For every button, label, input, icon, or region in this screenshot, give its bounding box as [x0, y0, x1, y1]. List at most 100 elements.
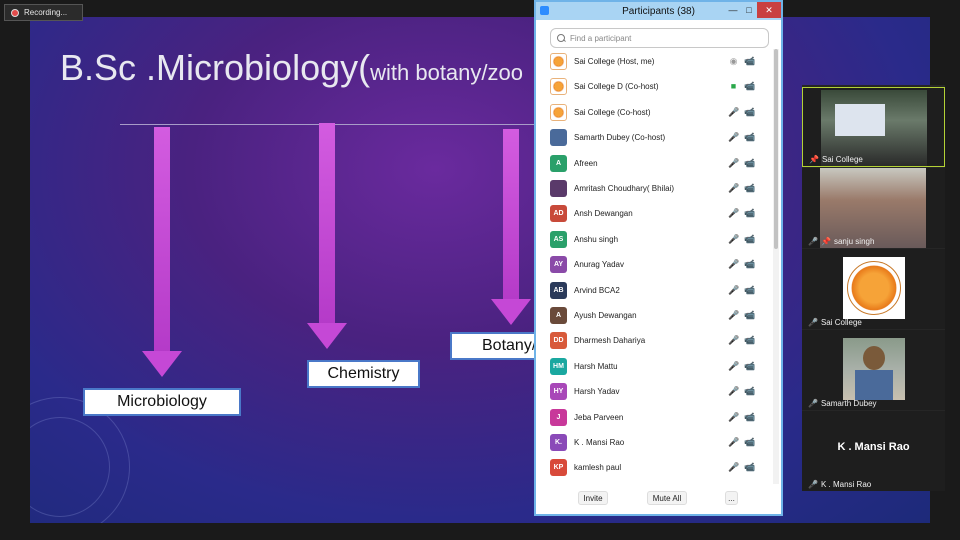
mic-off-icon: 🎤 — [808, 399, 818, 408]
participant-row[interactable]: HY Harsh Yadav 🎤 📹 — [536, 379, 773, 404]
down-arrow-icon — [491, 129, 531, 325]
video-icon[interactable]: 📹 — [744, 107, 755, 118]
avatar — [550, 103, 567, 121]
share-icon[interactable]: ◉ — [728, 56, 739, 67]
participants-window: Participants (38) — □ ✕ Find a participa… — [534, 0, 783, 516]
search-icon — [557, 33, 566, 43]
participant-row[interactable]: AY Anurag Yadav 🎤 📹 — [536, 252, 773, 277]
mic-off-icon[interactable]: 🎤 — [728, 158, 739, 169]
video-off-icon[interactable]: 📹 — [744, 234, 755, 245]
avatar: A — [550, 154, 567, 172]
participant-row[interactable]: AS Anshu singh 🎤 📹 — [536, 227, 773, 252]
minimize-button[interactable]: — — [725, 2, 741, 18]
avatar: AB — [550, 281, 567, 299]
avatar: HM — [550, 357, 567, 375]
participant-row[interactable]: K. K . Mansi Rao 🎤 📹 — [536, 430, 773, 455]
video-off-icon[interactable]: 📹 — [744, 361, 755, 372]
slide-title-main: B.Sc .Microbiology( — [60, 47, 371, 88]
video-off-icon[interactable]: 📹 — [744, 462, 755, 473]
video-gallery-strip: 📌 Sai College 🎤 📌 sanju singh 🎤 Sai Coll… — [802, 85, 945, 491]
avatar — [550, 78, 567, 96]
avatar: DD — [550, 332, 567, 350]
close-button[interactable]: ✕ — [757, 2, 781, 18]
mic-off-icon[interactable]: 🎤 — [728, 234, 739, 245]
video-off-icon[interactable]: 📹 — [744, 386, 755, 397]
record-dot-icon — [11, 8, 19, 17]
video-off-icon[interactable]: 📹 — [744, 335, 755, 346]
pin-icon: 📌 — [809, 155, 819, 164]
participant-row[interactable]: Sai College (Host, me) ◉ 📹 — [536, 49, 773, 74]
recording-label: Recording... — [24, 8, 68, 17]
mute-all-button[interactable]: Mute All — [647, 491, 687, 505]
mic-off-icon[interactable]: 🎤 — [728, 132, 739, 143]
participant-row[interactable]: KP kamlesh paul 🎤 📹 — [536, 455, 773, 480]
video-tile[interactable]: 📌 Sai College — [802, 87, 945, 167]
video-tile[interactable]: 🎤 Samarth Dubey — [802, 330, 945, 410]
video-off-icon[interactable]: 📹 — [744, 56, 755, 67]
participant-name: Anurag Yadav — [574, 260, 624, 270]
avatar: J — [550, 408, 567, 426]
participant-name: Ansh Dewangan — [574, 209, 633, 219]
video-off-icon[interactable]: 📹 — [744, 310, 755, 321]
participant-name: kamlesh paul — [574, 463, 622, 473]
video-off-icon[interactable]: 📹 — [744, 259, 755, 270]
mic-off-icon[interactable]: 🎤 — [728, 208, 739, 219]
mic-icon[interactable]: 🎤 — [728, 107, 739, 118]
video-off-icon[interactable]: 📹 — [744, 81, 755, 92]
video-label: 🎤 K . Mansi Rao — [808, 480, 871, 489]
video-off-icon[interactable]: 📹 — [744, 437, 755, 448]
participant-list: Sai College (Host, me) ◉ 📹 Sai College D (C… — [536, 49, 773, 484]
participant-scrollbar[interactable] — [773, 49, 779, 484]
mic-off-icon[interactable]: 🎤 — [728, 412, 739, 423]
participant-search[interactable]: Find a participant — [550, 28, 769, 48]
participant-row[interactable]: J Jeba Parveen 🎤 📹 — [536, 405, 773, 430]
participant-row[interactable]: DD Dharmesh Dahariya 🎤 📹 — [536, 328, 773, 353]
video-off-icon[interactable]: 📹 — [744, 412, 755, 423]
participant-row[interactable]: AB Arvind BCA2 🎤 📹 — [536, 278, 773, 303]
participant-name: K . Mansi Rao — [574, 438, 625, 447]
participant-name: Anshu singh — [574, 234, 619, 244]
video-off-icon[interactable]: 📹 — [744, 132, 755, 143]
video-off-icon[interactable]: 📹 — [744, 285, 755, 296]
recording-indicator[interactable]: Recording... — [4, 4, 83, 21]
mic-off-icon[interactable]: 🎤 — [728, 361, 739, 372]
slide-title: B.Sc .Microbiology(with botany/zoo — [60, 47, 523, 89]
slide-title-sub: with botany/zoo — [370, 60, 523, 85]
more-options-button[interactable]: ... — [725, 491, 738, 505]
mic-off-icon[interactable]: 🎤 — [728, 259, 739, 270]
maximize-button[interactable]: □ — [741, 2, 757, 18]
participants-titlebar[interactable]: Participants (38) — □ ✕ — [536, 2, 781, 20]
participant-row[interactable]: Samarth Dubey (Co-host) 🎤 📹 — [536, 125, 773, 150]
participant-row[interactable]: Amritash Choudhary( Bhilai) 🎤 📹 — [536, 176, 773, 201]
pin-icon: 📌 — [820, 237, 831, 246]
mic-off-icon[interactable]: 🎤 — [728, 462, 739, 473]
video-off-icon[interactable]: 📹 — [744, 208, 755, 219]
participant-row[interactable]: HM Harsh Mattu 🎤 📹 — [536, 354, 773, 379]
video-tile[interactable]: 🎤 📌 sanju singh — [802, 168, 945, 248]
mic-off-icon[interactable]: 🎤 — [728, 183, 739, 194]
screen-share-icon[interactable]: ■ — [728, 81, 739, 92]
video-off-icon[interactable]: 📹 — [744, 158, 755, 169]
mic-off-icon[interactable]: 🎤 — [728, 437, 739, 448]
participant-name: Jeba Parveen — [574, 412, 624, 422]
video-tile[interactable]: 🎤 Sai College — [802, 249, 945, 329]
participant-name: Harsh Mattu — [574, 361, 618, 371]
mic-off-icon[interactable]: 🎤 — [728, 310, 739, 321]
participant-row[interactable]: AD Ansh Dewangan 🎤 📹 — [536, 201, 773, 226]
participant-row[interactable]: A Ayush Dewangan 🎤 📹 — [536, 303, 773, 328]
mic-off-icon[interactable]: 🎤 — [728, 386, 739, 397]
search-placeholder: Find a participant — [570, 33, 632, 43]
down-arrow-icon — [142, 127, 182, 377]
mic-off-icon[interactable]: 🎤 — [728, 285, 739, 296]
participant-row[interactable]: Sai College (Co-host) 🎤 📹 — [536, 100, 773, 125]
video-tile[interactable]: K . Mansi Rao 🎤 K . Mansi Rao — [802, 411, 945, 491]
participants-footer: Invite Mute All ... — [536, 487, 781, 514]
mic-off-icon[interactable]: 🎤 — [728, 335, 739, 346]
avatar — [550, 129, 567, 147]
video-off-icon[interactable]: 📹 — [744, 183, 755, 194]
invite-button[interactable]: Invite — [578, 491, 608, 505]
participant-row[interactable]: A Afreen 🎤 📹 — [536, 151, 773, 176]
avatar: HY — [550, 383, 567, 401]
participant-row[interactable]: Sai College D (Co-host) ■ 📹 — [536, 74, 773, 99]
scrollbar-thumb[interactable] — [774, 49, 778, 249]
